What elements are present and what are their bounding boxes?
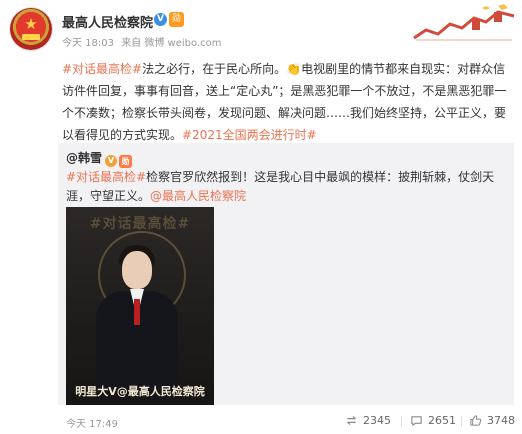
account-name[interactable]: 最高人民检察院 [62,12,153,31]
medal-badge-icon[interactable]: 勋 [119,155,133,168]
verified-badge-icon[interactable]: V [154,13,167,26]
verified-badge-icon[interactable]: V [105,155,118,167]
comment-count: 2651 [428,414,456,427]
star-icon: ★ [24,15,38,33]
divider [461,416,462,427]
hashtag-link[interactable]: #2021全国两会进行时# [182,128,317,142]
like-count: 3748 [487,414,515,427]
clap-icon: 👏 [286,62,302,76]
thumbs-up-icon [470,415,482,426]
uniform-tie [134,299,140,325]
repost-text: #对话最高检#检察官罗欣然报到！这是我心目中最飒的模样：披荆斩棘，仗剑天涯，守望… [66,168,506,206]
mention-link[interactable]: @最高人民检察院 [150,189,246,203]
repost-author: @韩雪 V 勋 [66,149,133,168]
post-meta: 今天 18:03 来自 微博 weibo.com [62,34,225,49]
repost-count: 2345 [363,414,391,427]
reposted-content[interactable]: @韩雪 V 勋 #对话最高检#检察官罗欣然报到！这是我心目中最飒的模样：披荆斩棘，仗… [58,143,514,405]
like-button[interactable]: 3748 [469,414,515,427]
emblem-base [22,34,40,40]
post-date[interactable]: 今天 18:03 [62,38,114,49]
person-face [122,251,152,289]
divider [401,416,402,427]
repost-time[interactable]: 今天 17:49 [66,415,118,430]
image-caption-text: 明星大V@最高人民检察院 [75,385,205,398]
post-source: 来自 微博 weibo.com [121,38,222,49]
post-text: #对话最高检#法之必行，在于民心所向。👏电视剧里的情节都来自现实：对群众信访件件… [62,58,514,146]
header-decoration-icon [413,4,515,41]
hashtag-link[interactable]: #对话最高检# [62,62,142,76]
account-avatar[interactable]: ★ [10,8,52,50]
image-title-text: #对话最高检# [89,216,191,232]
post-footer: 今天 17:49 2345 2651 3748 [0,405,522,434]
hashtag-link[interactable]: #对话最高检# [66,170,146,184]
post-text-part1: 法之必行，在于民心所向。 [142,62,287,76]
comment-icon [411,416,422,426]
repost-button[interactable]: 2345 [345,414,391,427]
post-header: ★ 最高人民检察院 V 勋 今天 18:03 来自 微博 weibo.com [0,0,522,58]
comment-button[interactable]: 2651 [410,414,456,427]
medal-badge-icon[interactable]: 勋 [169,12,184,27]
repost-image[interactable]: #对话最高检# 明星大V@最高人民检察院 [66,207,214,405]
repost-icon [347,416,356,425]
repost-author-name[interactable]: @韩雪 [66,151,102,165]
